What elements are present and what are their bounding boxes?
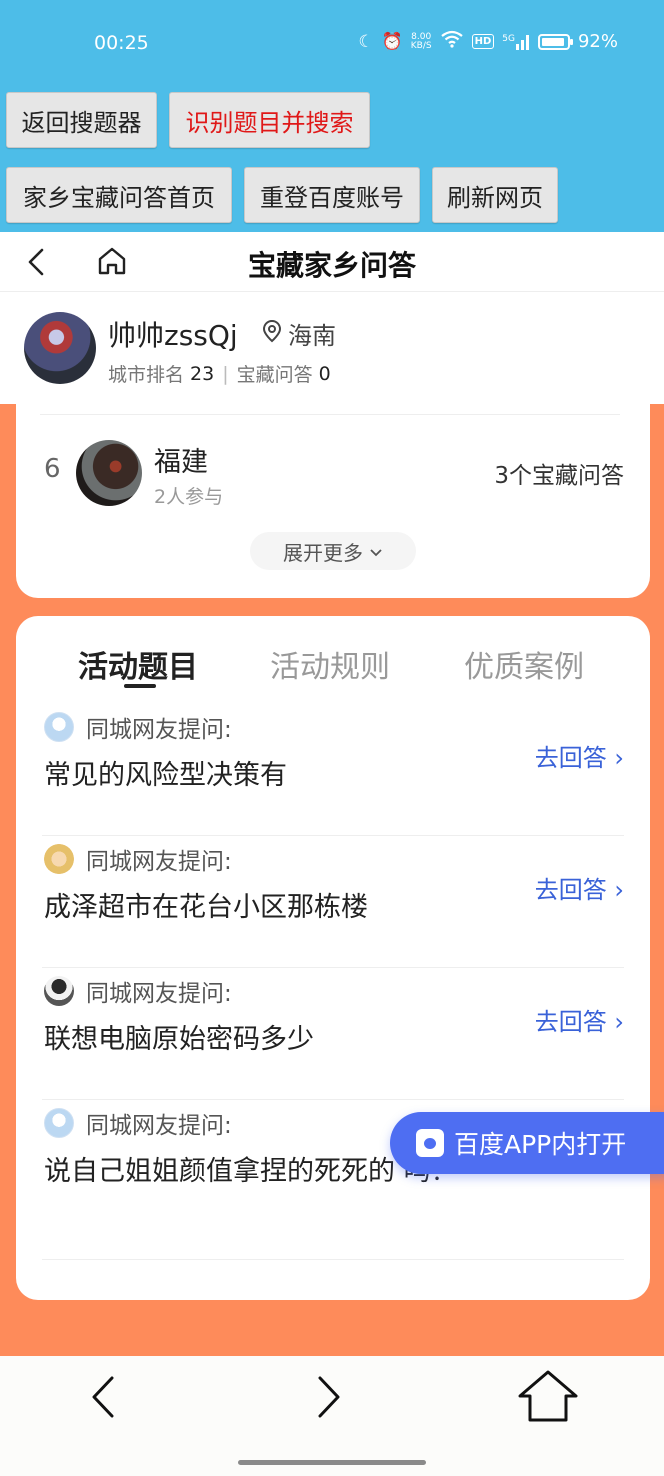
profile-location: 海南 [262,316,336,351]
browser-back-icon[interactable] [84,1372,124,1422]
asker-label: 同城网友提问: [86,717,232,743]
rank-number: 6 [44,454,61,484]
bottom-nav [0,1356,664,1476]
tab-quality-cases[interactable]: 优质案例 [464,642,584,686]
hd-icon: HD [471,34,495,49]
asker-label: 同城网友提问: [86,1113,232,1139]
expand-more-label: 展开更多 [283,540,363,565]
question-item[interactable]: 同城网友提问: 常见的风险型决策有 去回答 › [42,704,624,836]
signal-icon: 5G [502,34,530,50]
location-text: 海南 [288,322,336,350]
rank-value: 23 [190,362,215,385]
alarm-icon: ⏰ [381,31,403,52]
rank-label: 城市排名 [108,364,185,386]
city-name: 福建 [154,447,208,478]
treasure-value: 0 [318,362,331,385]
answer-link[interactable]: 去回答 › [535,738,624,773]
question-text: 常见的风险型决策有 [44,760,287,791]
answer-link[interactable]: 去回答 › [535,870,624,905]
home-indicator [238,1460,426,1465]
tab-indicator [124,684,156,688]
battery-icon [537,33,573,50]
home-qa-button[interactable]: 家乡宝藏问答首页 [6,167,232,223]
treasure-label: 宝藏问答 [236,364,313,386]
wifi-icon [440,30,464,53]
asker-label: 同城网友提问: [86,849,232,875]
net-speed: 8.00 KB/S [410,31,432,51]
browser-home-icon[interactable] [516,1368,580,1426]
recognize-search-button[interactable]: 识别题目并搜索 [169,92,370,148]
status-time: 00:25 [94,32,149,54]
top-area: 00:25 ☾ ⏰ 8.00 KB/S HD 5G 92% 返回搜题器 识别题目并… [0,0,664,232]
profile-stats: 城市排名 23 | 宝藏问答 0 [108,360,331,387]
city-qa-count: 3个宝藏问答 [494,463,624,489]
ranking-card: 6 福建 2人参与 3个宝藏问答 展开更多 [16,398,650,598]
asker-avatar [44,1108,74,1138]
question-item[interactable]: 同城网友提问: 联想电脑原始密码多少 去回答 › [42,968,624,1100]
city-participants: 2人参与 [154,486,224,508]
status-bar: 00:25 ☾ ⏰ 8.00 KB/S HD 5G 92% [0,0,664,88]
profile-section: 帅帅zssQj 海南 城市排名 23 | 宝藏问答 0 [0,292,664,404]
asker-avatar [44,976,74,1006]
baidu-paw-icon [416,1129,444,1157]
question-text: 成泽超市在花台小区那栋楼 [44,892,368,923]
browser-forward-icon[interactable] [308,1372,348,1422]
nav-header: 宝藏家乡问答 [0,232,664,292]
back-to-search-button[interactable]: 返回搜题器 [6,92,157,148]
relogin-button[interactable]: 重登百度账号 [244,167,420,223]
question-item[interactable]: 同城网友提问: 成泽超市在花台小区那栋楼 去回答 › [42,836,624,968]
open-in-app-button[interactable]: 百度APP内打开 [390,1112,664,1174]
open-in-app-label: 百度APP内打开 [454,1130,627,1159]
activity-card: 活动题目 活动规则 优质案例 同城网友提问: 常见的风险型决策有 去回答 › 同… [16,616,650,1300]
answer-link[interactable]: 去回答 › [535,1002,624,1037]
page-title: 宝藏家乡问答 [247,249,416,282]
battery-percent: 92% [577,31,618,52]
tab-activity-questions[interactable]: 活动题目 [78,642,198,686]
city-avatar [76,440,142,506]
profile-name: 帅帅zssQj [108,319,238,352]
refresh-button[interactable]: 刷新网页 [432,167,558,223]
expand-more-button[interactable]: 展开更多 [250,532,416,570]
tab-activity-rules[interactable]: 活动规则 [270,642,390,686]
stats-divider: | [222,362,229,385]
location-pin-icon [262,319,282,349]
moon-icon: ☾ [358,31,374,52]
chevron-down-icon [369,539,383,563]
divider [40,414,620,415]
avatar[interactable] [24,312,96,384]
status-icons: ☾ ⏰ 8.00 KB/S HD 5G 92% [358,30,618,53]
asker-avatar [44,712,74,742]
asker-label: 同城网友提问: [86,981,232,1007]
asker-avatar [44,844,74,874]
question-text: 联想电脑原始密码多少 [44,1024,314,1055]
